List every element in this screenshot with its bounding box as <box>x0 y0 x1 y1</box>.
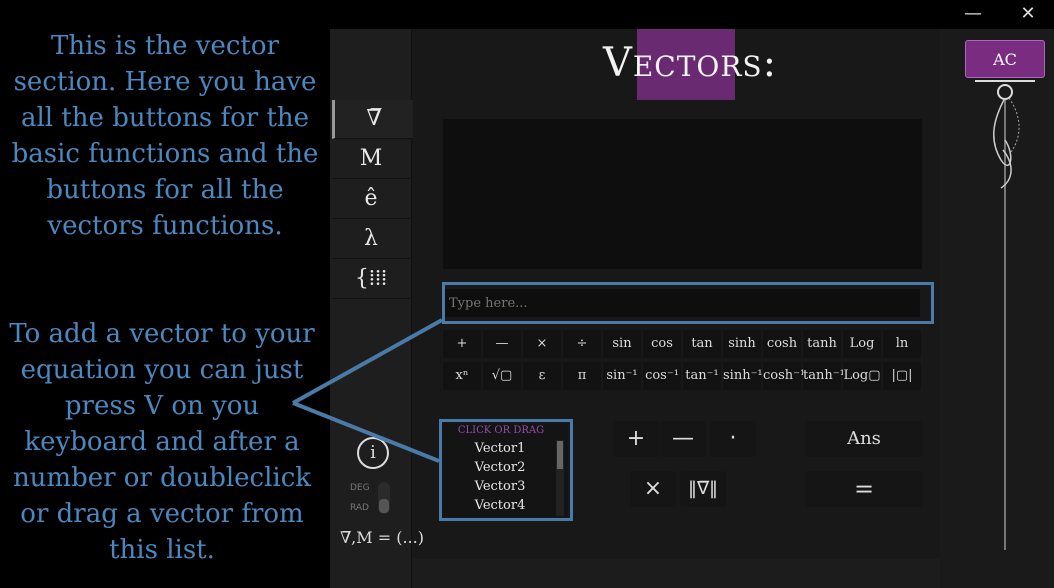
annotation-arrows <box>292 318 443 463</box>
